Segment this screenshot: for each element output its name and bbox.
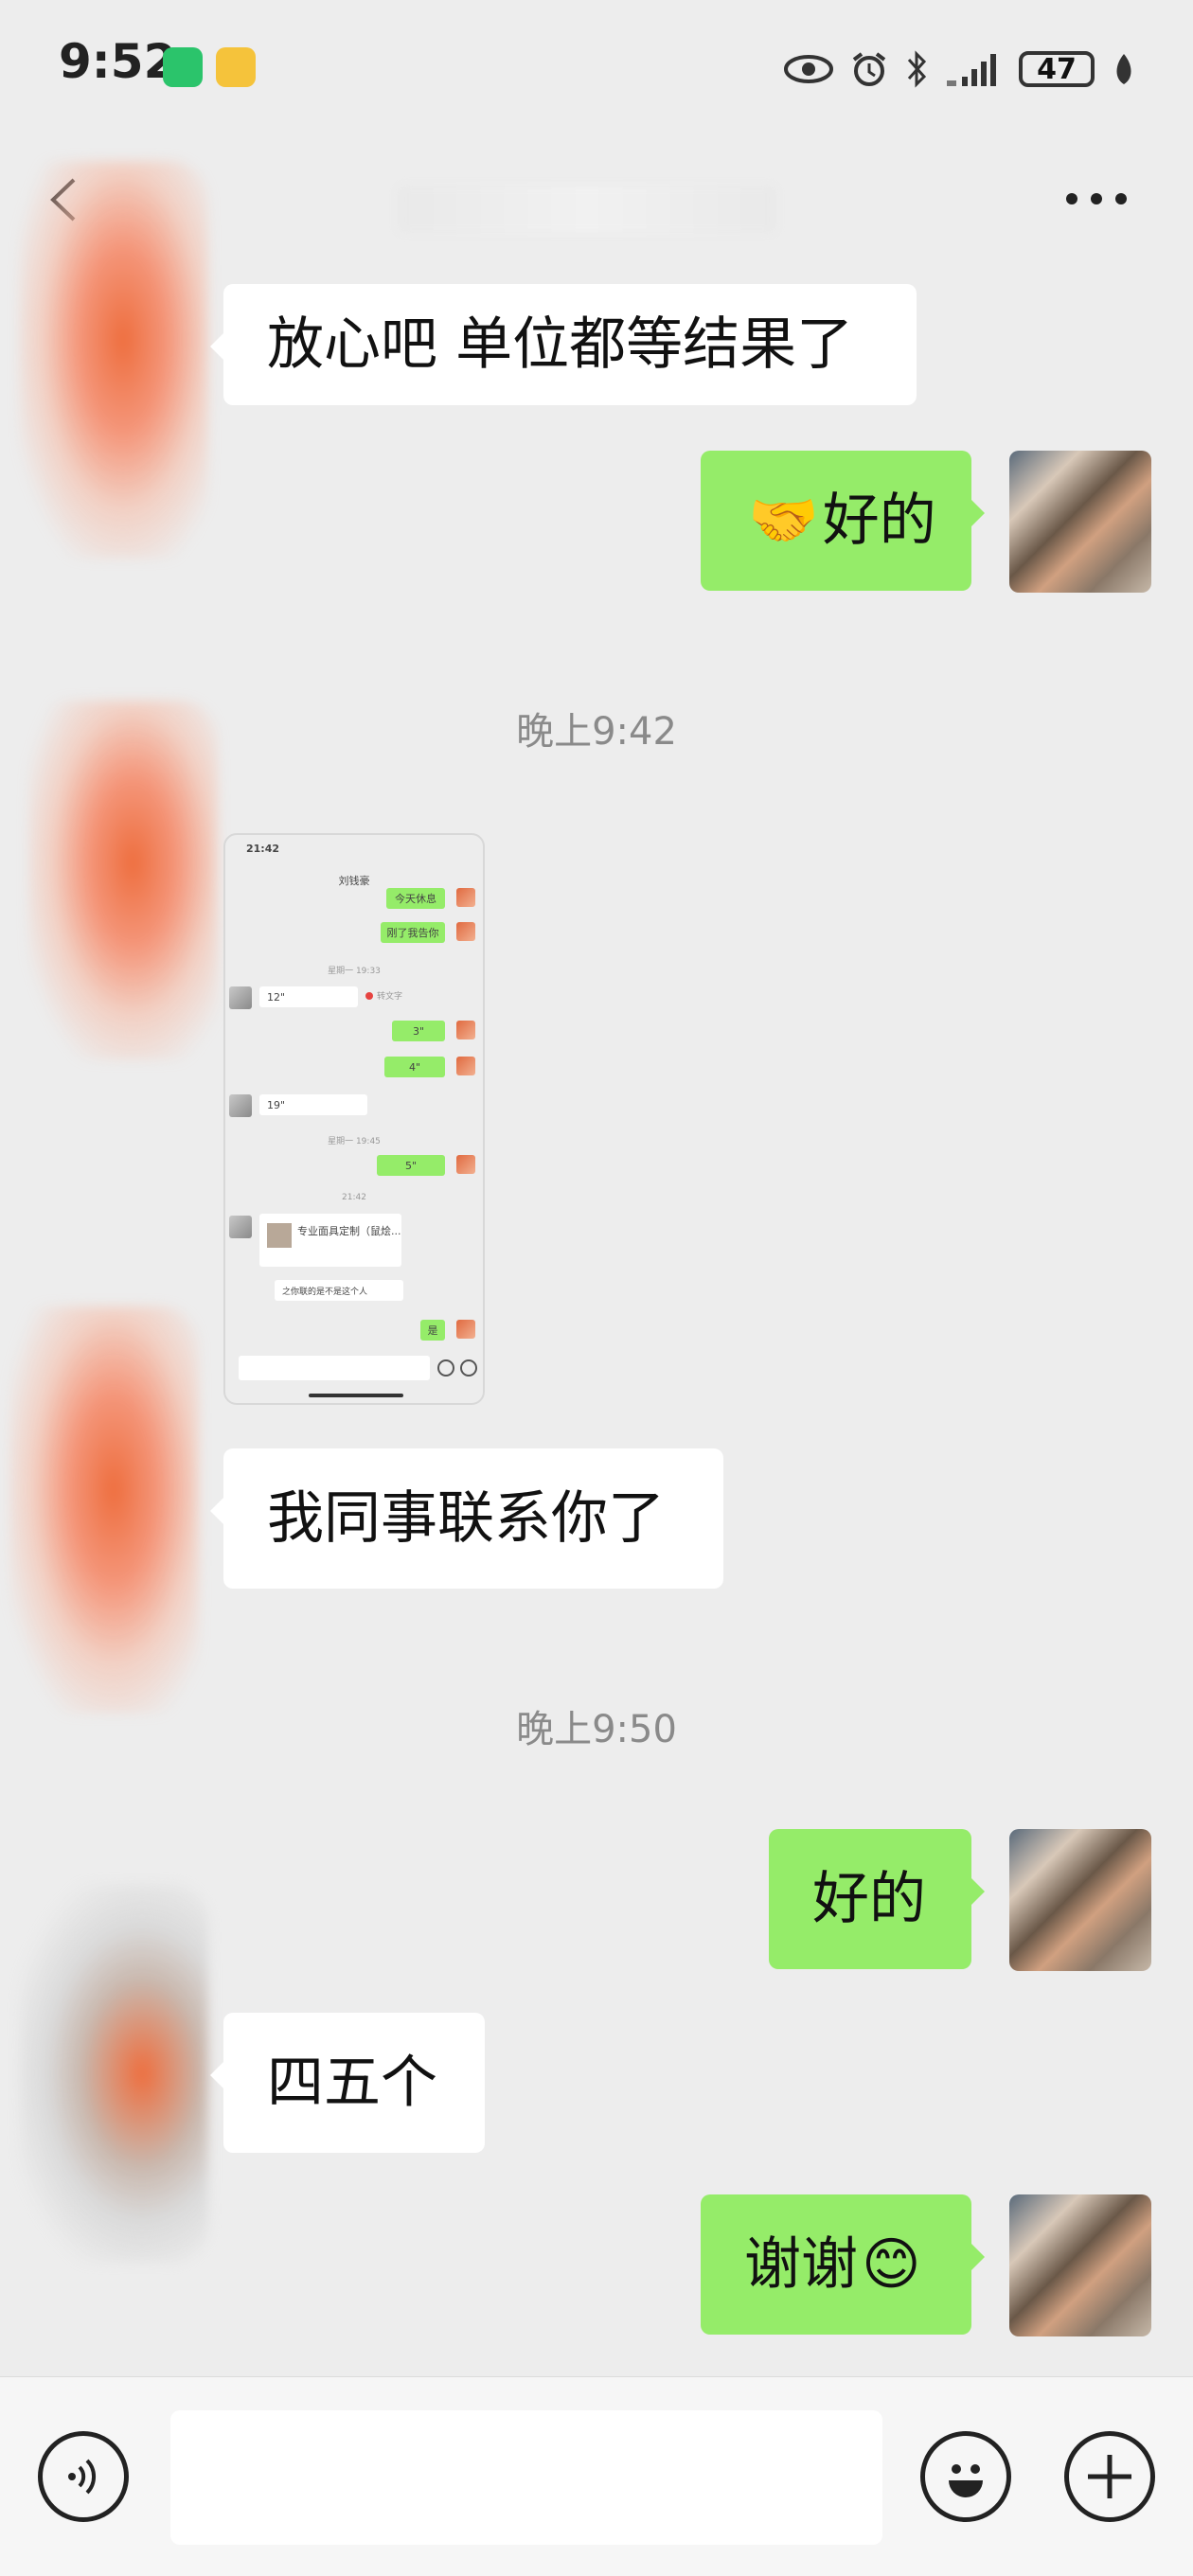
mini-avatar: [456, 888, 475, 907]
mini-tag: 转文字: [377, 992, 403, 1002]
mini-avatar: [456, 1320, 475, 1339]
mini-input: [239, 1356, 430, 1380]
more-options-button[interactable]: [1066, 193, 1127, 204]
my-avatar[interactable]: [1009, 1829, 1151, 1971]
hourglass-app-icon: [163, 47, 203, 87]
mini-plus-icon: [460, 1359, 477, 1377]
mini-quote: 之你联的是不是这个人: [275, 1280, 403, 1301]
image-message[interactable]: 21:42 刘钱豪 今天休息 刚了我告你 星期一 19:33 12" 转文字 3…: [223, 833, 485, 1405]
my-avatar[interactable]: [1009, 451, 1151, 593]
my-avatar[interactable]: [1009, 2194, 1151, 2336]
mini-emoji-icon: [437, 1359, 454, 1377]
message-text: 好的: [822, 488, 936, 554]
mini-card-title: 专业面具定制（鼠烩...: [297, 1225, 401, 1237]
more-functions-button[interactable]: [1064, 2431, 1155, 2522]
mini-avatar: [456, 1021, 475, 1039]
contact-avatar[interactable]: [19, 161, 208, 559]
contact-avatar[interactable]: [28, 701, 218, 1060]
message-text: 放心吧 单位都等结果了: [267, 311, 854, 378]
timestamp: 晚上9:50: [516, 1708, 677, 1751]
message-bubble-received[interactable]: 我同事联系你了: [210, 1448, 723, 1589]
mini-voice-sent: 4": [384, 1057, 445, 1077]
voice-icon: [68, 2459, 97, 2495]
status-time: 9:52: [59, 34, 177, 89]
mini-voice-sent: 3": [392, 1021, 445, 1041]
mini-avatar: [456, 1155, 475, 1174]
mini-voice-bubble: 19": [259, 1094, 367, 1115]
leaf-icon: [1116, 54, 1131, 84]
bluetooth-icon: [907, 50, 927, 88]
mini-voice-sent: 5": [377, 1155, 445, 1176]
signal-icon: [947, 54, 996, 86]
smile-emoji: 😊: [862, 2231, 921, 2298]
mini-voice-bubble: 12": [259, 986, 358, 1007]
mini-timestamp: 星期一 19:45: [328, 1137, 381, 1146]
mini-time: 21:42: [246, 843, 280, 855]
mini-avatar: [229, 1094, 252, 1117]
mini-timestamp: 21:42: [342, 1193, 366, 1202]
mini-bubble-sent: 刚了我告你: [381, 922, 445, 943]
mini-avatar: [456, 922, 475, 941]
voice-input-button[interactable]: [38, 2431, 129, 2522]
message-input[interactable]: [170, 2410, 882, 2545]
status-icons: 47: [784, 44, 1136, 95]
mini-title: 刘钱豪: [338, 875, 370, 887]
contact-avatar[interactable]: [9, 1306, 199, 1714]
message-bubble-sent[interactable]: 🤝 好的: [701, 451, 985, 591]
mini-card-thumb: [267, 1223, 292, 1248]
mini-card-message: 专业面具定制（鼠烩...: [259, 1214, 401, 1267]
battery-indicator: 47: [1019, 51, 1095, 87]
message-bubble-sent[interactable]: 好的: [769, 1829, 985, 1969]
eye-icon: [784, 55, 833, 83]
mini-bubble-sent: 是: [420, 1320, 445, 1341]
message-text: 四五个: [267, 2050, 437, 2116]
mini-avatar: [229, 986, 252, 1009]
contact-avatar[interactable]: [19, 1884, 208, 2263]
emoji-button[interactable]: [920, 2431, 1011, 2522]
mini-unread-dot: [365, 992, 373, 1000]
mini-avatar: [229, 1216, 252, 1238]
alarm-icon: [852, 52, 886, 86]
message-bubble-received[interactable]: 四五个: [210, 2013, 485, 2153]
mail-app-icon: [216, 47, 256, 87]
message-text: 好的: [812, 1866, 926, 1932]
mini-avatar: [456, 1057, 475, 1075]
smile-icon: [949, 2464, 983, 2497]
chat-title: [398, 186, 776, 233]
message-text: 谢谢: [744, 2231, 858, 2298]
message-bubble-sent[interactable]: 谢谢 😊: [701, 2194, 985, 2335]
mini-home-indicator: [309, 1394, 403, 1397]
message-text: 我同事联系你了: [267, 1485, 665, 1552]
message-bubble-received[interactable]: 放心吧 单位都等结果了: [210, 284, 917, 405]
mini-timestamp: 星期一 19:33: [328, 967, 381, 976]
plus-icon: [1088, 2455, 1131, 2498]
handshake-emoji: 🤝: [748, 488, 819, 554]
mini-bubble-sent: 今天休息: [386, 888, 445, 909]
